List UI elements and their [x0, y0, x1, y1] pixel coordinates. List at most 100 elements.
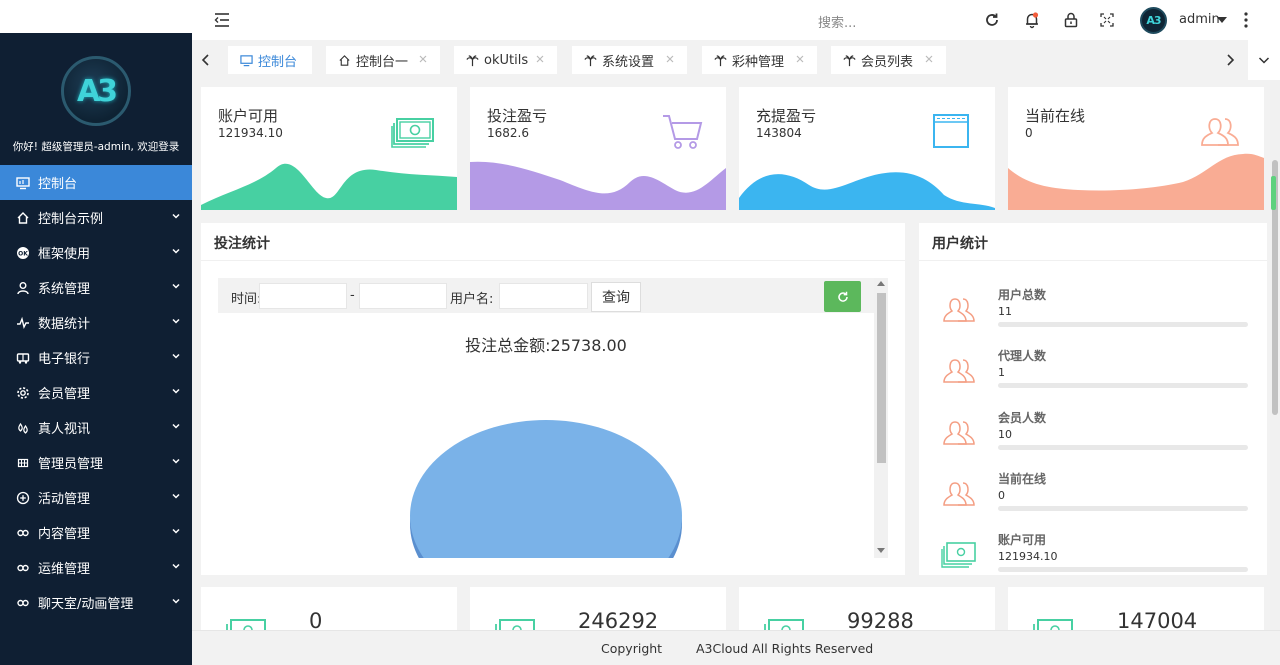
caret-down-icon[interactable] — [1217, 17, 1227, 23]
tab-label: okUtils — [484, 52, 529, 68]
more-vertical-icon[interactable] — [1242, 11, 1250, 29]
close-icon[interactable] — [418, 54, 428, 64]
stat-card-account: 账户可用 121934.10 — [201, 87, 457, 210]
grid-icon — [16, 456, 30, 470]
tab-label: 会员列表 — [861, 54, 914, 70]
refresh-button[interactable] — [824, 281, 861, 312]
user-stat-label: 当前在线 — [998, 472, 1047, 486]
side-indicator — [1271, 176, 1276, 210]
username-label[interactable]: admin — [1179, 12, 1220, 27]
panel-title: 投注统计 — [214, 236, 270, 252]
bus-icon — [16, 351, 30, 365]
tab-member-list[interactable]: 会员列表 — [831, 46, 946, 74]
sidebar-item-admins[interactable]: 管理员管理 — [0, 445, 192, 480]
time-label: 时间: — [231, 292, 262, 307]
scroll-up-icon[interactable] — [877, 281, 885, 286]
sidebar-item-dashboard[interactable]: 控制台 — [0, 165, 192, 200]
home-icon — [338, 54, 351, 67]
sidebar-item-label: 运维管理 — [38, 562, 91, 577]
divider — [919, 260, 1267, 261]
stat-card-deposit-profit: 充提盈亏 143804 — [739, 87, 995, 210]
refresh-icon — [837, 291, 848, 302]
tab-label: 控制台 — [258, 54, 298, 70]
sidebar-item-dashboard-examples[interactable]: 控制台示例 — [0, 200, 192, 235]
sidebar-item-label: 框架使用 — [38, 247, 91, 262]
sidebar-item-statistics[interactable]: 数据统计 — [0, 305, 192, 340]
lock-icon[interactable] — [1062, 11, 1080, 29]
summary-value: 0 — [309, 609, 323, 630]
sidebar-item-members[interactable]: 会员管理 — [0, 375, 192, 410]
stat-value: 1682.6 — [487, 126, 529, 140]
close-icon[interactable] — [665, 54, 675, 64]
stat-card-bet-profit: 投注盈亏 1682.6 — [470, 87, 726, 210]
logo-area: A3 你好! 超级管理员-admin, 欢迎登录 — [0, 33, 192, 165]
stat-card-online: 当前在线 0 — [1008, 87, 1264, 210]
sidebar-item-live-video[interactable]: 真人视讯 — [0, 410, 192, 445]
end-time-input[interactable] — [359, 283, 447, 309]
logo-text: A3 — [76, 73, 118, 109]
company-label: A3Cloud All Rights Reserved — [696, 641, 874, 656]
panel-scrollbar[interactable] — [874, 278, 888, 558]
stat-title: 充提盈亏 — [756, 107, 817, 125]
chevron-left-icon[interactable] — [200, 52, 212, 68]
tab-menu-button[interactable] — [1248, 40, 1280, 80]
user-stat-label: 会员人数 — [998, 411, 1047, 425]
username-input[interactable] — [499, 283, 588, 309]
sidebar-item-activities[interactable]: 活动管理 — [0, 480, 192, 515]
tab-dashboard-one[interactable]: 控制台一 — [326, 46, 440, 74]
bell-icon[interactable] — [1023, 11, 1041, 29]
palm-icon — [843, 54, 856, 67]
sidebar-item-system[interactable]: 系统管理 — [0, 270, 192, 305]
sidebar-item-ebank[interactable]: 电子银行 — [0, 340, 192, 375]
stat-title: 账户可用 — [218, 107, 279, 125]
page-scrollbar[interactable] — [1270, 80, 1280, 630]
avatar[interactable]: A3 — [1140, 7, 1167, 34]
plus-circle-icon — [16, 491, 30, 505]
palm-icon — [714, 54, 727, 67]
browser-icon — [933, 114, 969, 148]
sidebar-item-label: 系统管理 — [38, 282, 91, 297]
close-icon[interactable] — [924, 54, 934, 64]
filter-bar: 时间: - 用户名: 查询 — [218, 278, 874, 313]
tab-dashboard[interactable]: 控制台 — [228, 46, 312, 74]
search-input[interactable]: 搜索... — [818, 12, 856, 31]
start-time-input[interactable] — [259, 283, 347, 309]
home-icon — [16, 211, 30, 225]
summary-value: 147004 — [1117, 609, 1198, 630]
money-icon — [764, 619, 804, 630]
bet-stats-frame: 时间: - 用户名: 查询 投注总金额:25738.00 — [218, 278, 888, 558]
query-button[interactable]: 查询 — [591, 282, 641, 312]
fullscreen-icon[interactable] — [1098, 11, 1116, 29]
progress-bar — [998, 383, 1248, 388]
tab-okutils[interactable]: okUtils — [454, 46, 557, 74]
close-icon[interactable] — [535, 54, 545, 64]
user-stat-row: 用户总数 11 — [919, 283, 1267, 343]
chevron-down-icon — [1258, 57, 1270, 64]
user-stat-row: 代理人数 1 — [919, 344, 1267, 404]
tab-system-settings[interactable]: 系统设置 — [572, 46, 687, 74]
summary-card: 246292 — [470, 587, 726, 630]
scroll-down-icon[interactable] — [877, 548, 885, 553]
sidebar-item-content[interactable]: 内容管理 — [0, 515, 192, 550]
users-icon — [943, 421, 975, 445]
refresh-icon[interactable] — [983, 11, 1001, 29]
sidebar: A3 你好! 超级管理员-admin, 欢迎登录 控制台 控制台示例 OK 框架… — [0, 0, 192, 665]
logo[interactable]: A3 — [61, 56, 131, 126]
sidebar-item-chatroom[interactable]: 聊天室/动画管理 — [0, 585, 192, 620]
chevron-down-icon — [172, 388, 180, 394]
bet-stats-panel: 投注统计 时间: - 用户名: 查询 投注总金额:25738.00 — [201, 223, 905, 575]
tab-lottery-management[interactable]: 彩种管理 — [702, 46, 817, 74]
stat-wave — [470, 161, 726, 210]
users-icon — [1201, 118, 1239, 146]
close-icon[interactable] — [795, 54, 805, 64]
sidebar-item-framework[interactable]: OK 框架使用 — [0, 235, 192, 270]
sidebar-item-ops[interactable]: 运维管理 — [0, 550, 192, 585]
link-icon — [16, 561, 30, 575]
menu-toggle-icon[interactable] — [214, 12, 230, 28]
main-content: 账户可用 121934.10 投注盈亏 1682.6 充提盈亏 143804 当… — [192, 80, 1280, 630]
sidebar-item-label: 活动管理 — [38, 492, 91, 507]
scroll-thumb[interactable] — [877, 293, 886, 463]
chevron-right-icon[interactable] — [1224, 52, 1236, 68]
summary-card: 147004 — [1008, 587, 1264, 630]
progress-bar — [998, 445, 1248, 450]
